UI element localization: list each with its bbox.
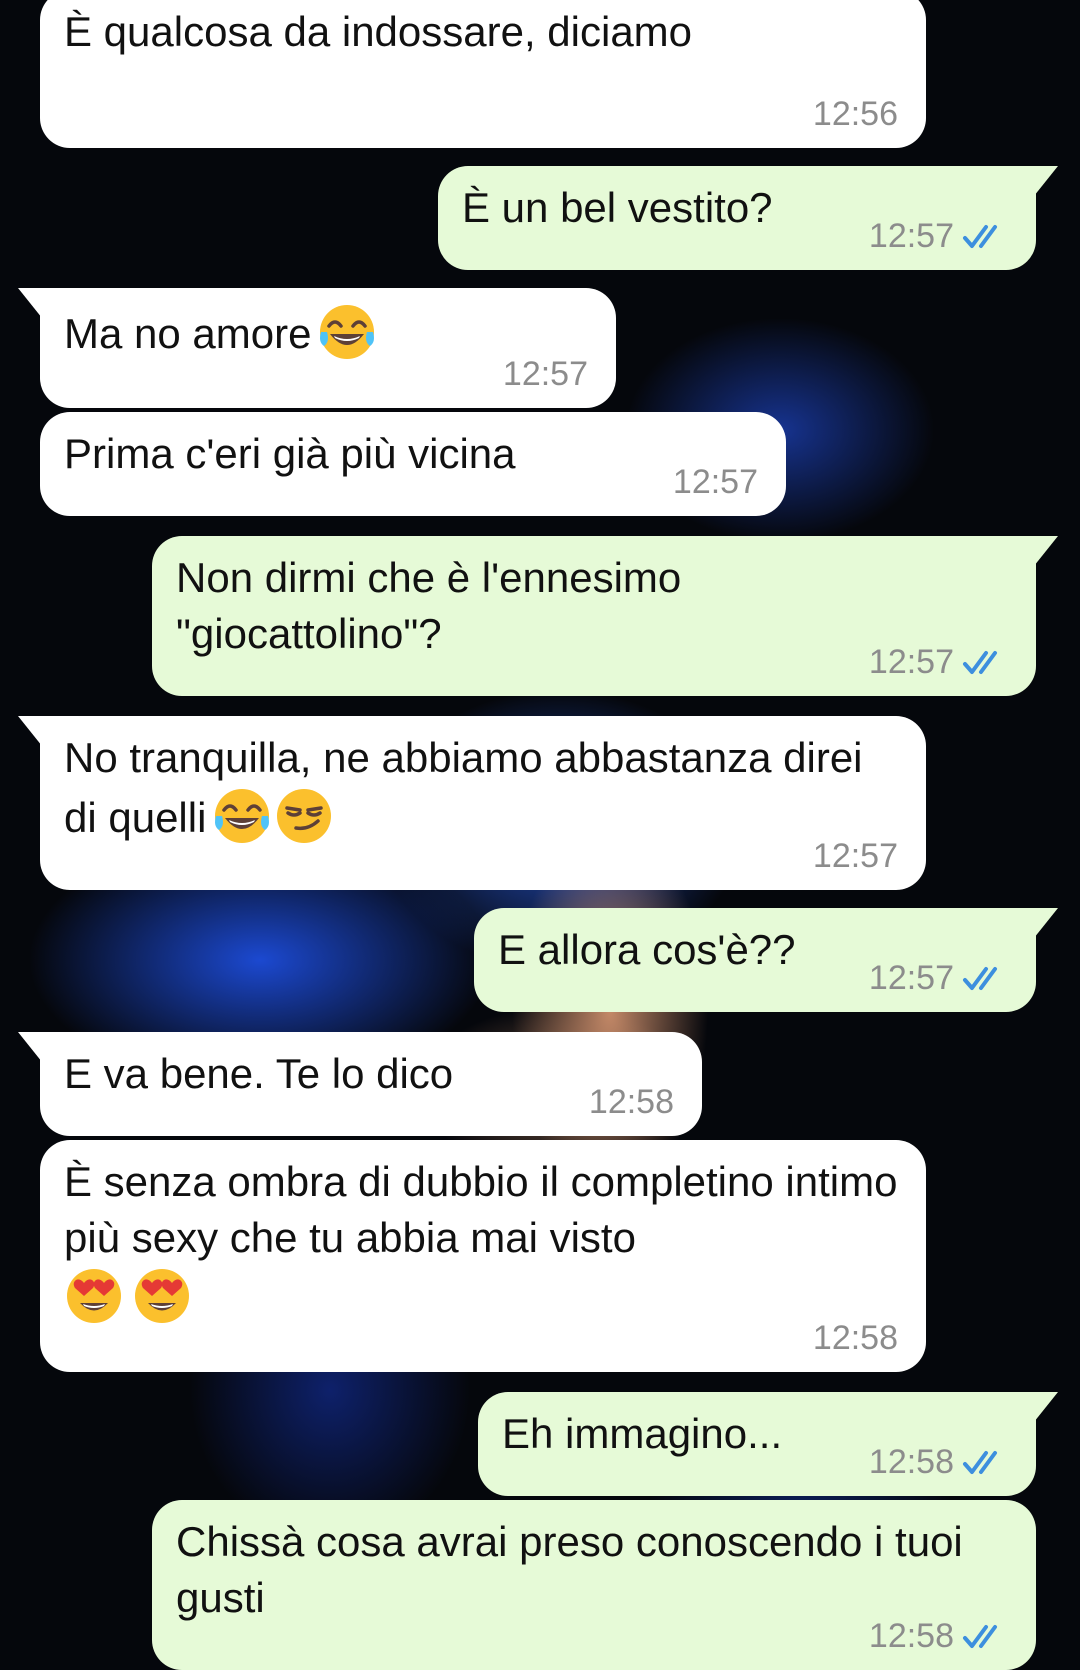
message-text: E va bene. Te lo dico <box>64 1050 454 1097</box>
message-timestamp: 12:56 <box>812 95 898 133</box>
message-bubble-outgoing[interactable]: È un bel vestito? 12:57 <box>438 166 1058 270</box>
message-meta: 12:57 <box>673 462 758 502</box>
tears-of-joy-emoji <box>215 789 270 843</box>
message-timestamp: 12:58 <box>588 1083 674 1121</box>
message-bubble-incoming[interactable]: È senza ombra di dubbio il completino in… <box>40 1140 926 1372</box>
message-meta: 12:57 <box>869 642 1008 682</box>
message-meta: 12:57 <box>503 354 588 394</box>
message-meta: 12:58 <box>589 1082 674 1122</box>
read-receipt-icon <box>963 1451 997 1474</box>
message-text: È qualcosa da indossare, diciamo <box>64 8 693 55</box>
message-meta: 12:56 <box>813 94 898 134</box>
message-timestamp: 12:58 <box>812 1319 898 1357</box>
message-bubble-outgoing[interactable]: E allora cos'è?? 12:57 <box>474 908 1058 1012</box>
read-receipt-icon <box>963 225 997 248</box>
message-meta: 12:58 <box>869 1616 1008 1656</box>
message-timestamp: 12:57 <box>868 217 954 255</box>
message-bubble-outgoing[interactable]: Eh immagino... 12:58 <box>478 1392 1058 1496</box>
message-bubble-outgoing[interactable]: Chissà cosa avrai preso conoscendo i tuo… <box>152 1500 1036 1670</box>
message-bubble-incoming[interactable]: Ma no amore 12:57 <box>18 288 616 408</box>
message-bubble-incoming[interactable]: Prima c'eri già più vicina 12:57 <box>40 412 786 516</box>
message-bubble-incoming[interactable]: E va bene. Te lo dico 12:58 <box>18 1032 702 1136</box>
message-text: No tranquilla, ne abbiamo abbastanza dir… <box>64 730 902 846</box>
chat-message-list[interactable]: È qualcosa da indossare, diciamo 12:56 È… <box>0 0 1080 1670</box>
read-receipt-icon <box>963 967 997 990</box>
message-timestamp: 12:57 <box>672 463 758 501</box>
message-text: Ma no amore <box>64 302 592 362</box>
message-text: È senza ombra di dubbio il completino in… <box>64 1154 902 1326</box>
message-timestamp: 12:58 <box>868 1617 954 1655</box>
message-text: Prima c'eri già più vicina <box>64 430 516 477</box>
message-meta: 12:58 <box>813 1318 898 1358</box>
smirk-emoji <box>277 789 332 843</box>
message-timestamp: 12:57 <box>502 355 588 393</box>
read-receipt-icon <box>963 651 997 674</box>
read-receipt-icon <box>963 1625 997 1648</box>
heart-eyes-emoji <box>135 1269 189 1323</box>
message-text: Non dirmi che è l'ennesimo "giocattolino… <box>176 554 693 657</box>
message-meta: 12:57 <box>813 836 898 876</box>
message-bubble-incoming[interactable]: No tranquilla, ne abbiamo abbastanza dir… <box>18 716 926 890</box>
message-bubble-outgoing[interactable]: Non dirmi che è l'ennesimo "giocattolino… <box>152 536 1058 696</box>
message-timestamp: 12:58 <box>868 1443 954 1481</box>
message-meta: 12:57 <box>869 958 1008 998</box>
message-timestamp: 12:57 <box>812 837 898 875</box>
tears-of-joy-emoji <box>320 305 375 359</box>
message-text-content: No tranquilla, ne abbiamo abbastanza dir… <box>64 734 875 841</box>
heart-eyes-emoji <box>67 1269 121 1323</box>
message-meta: 12:58 <box>869 1442 1008 1482</box>
message-timestamp: 12:57 <box>868 959 954 997</box>
message-text-content: È senza ombra di dubbio il completino in… <box>64 1158 910 1261</box>
message-text-content: Ma no amore <box>64 310 312 357</box>
message-timestamp: 12:57 <box>868 643 954 681</box>
message-text: Chissà cosa avrai preso conoscendo i tuo… <box>176 1518 975 1621</box>
message-meta: 12:57 <box>869 216 1008 256</box>
message-bubble-incoming[interactable]: È qualcosa da indossare, diciamo 12:56 <box>40 0 926 148</box>
